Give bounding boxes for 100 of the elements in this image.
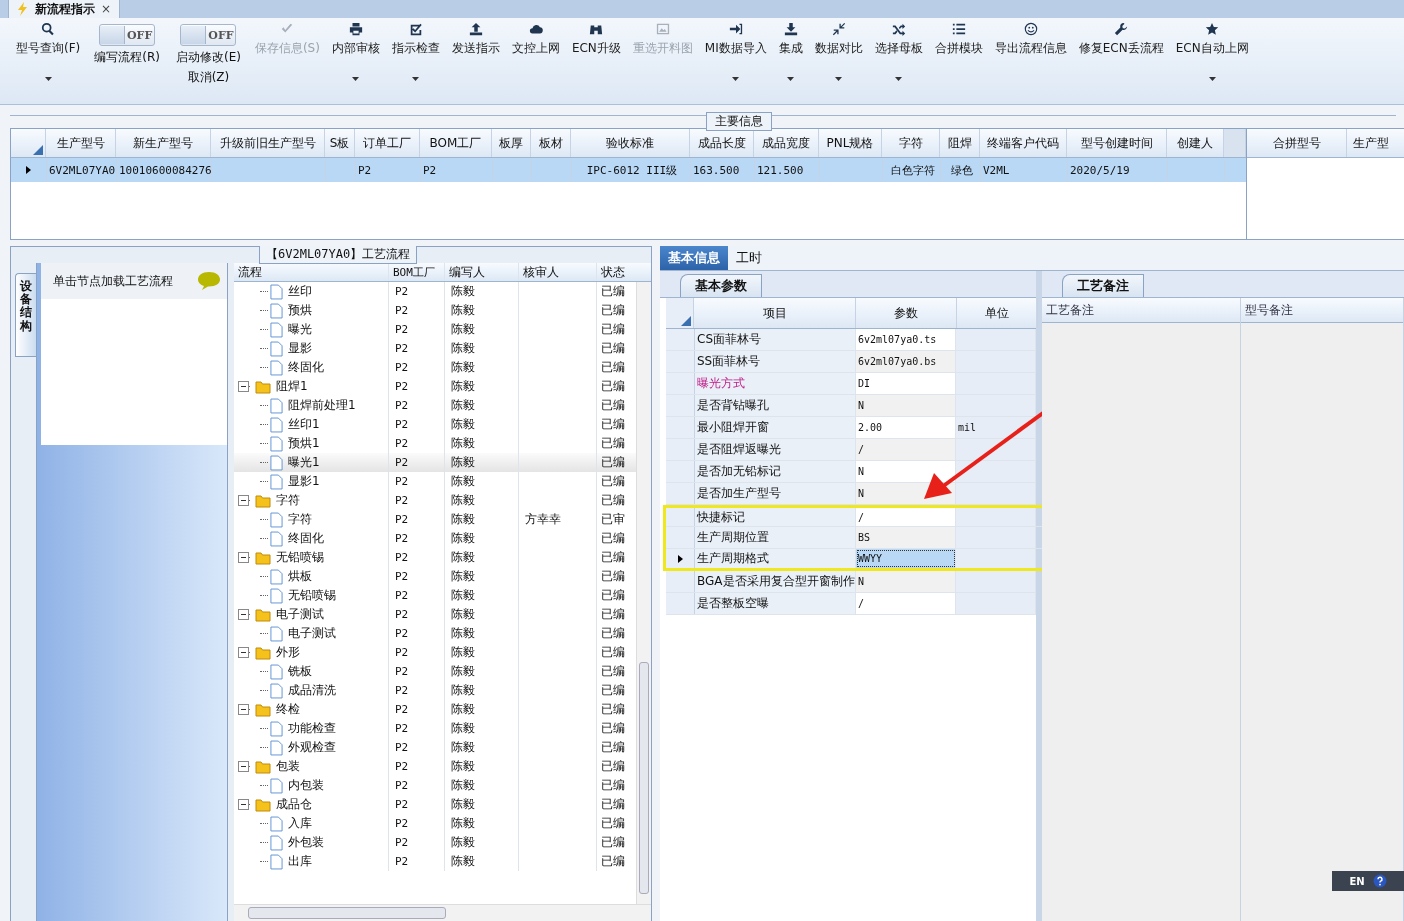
document-tab[interactable]: 新流程指示 × bbox=[8, 0, 121, 18]
toolbar-button[interactable]: 文控上网 bbox=[505, 20, 566, 86]
flow-row[interactable]: 曝光1 P2 陈毅 已编 bbox=[234, 453, 636, 472]
language-bar[interactable]: EN bbox=[1332, 871, 1404, 891]
column-header[interactable]: BOM工厂 bbox=[420, 129, 492, 157]
flow-row[interactable]: 入库 P2 陈毅 已编 bbox=[234, 814, 636, 833]
parameter-value[interactable]: 2.00 bbox=[856, 417, 956, 438]
flow-row[interactable]: 预烘 P2 陈毅 已编 bbox=[234, 301, 636, 320]
flow-row[interactable]: 丝印1 P2 陈毅 已编 bbox=[234, 415, 636, 434]
parameter-value[interactable]: / bbox=[856, 508, 956, 526]
flow-row[interactable]: 外形 P2 陈毅 已编 bbox=[234, 643, 636, 662]
column-header[interactable]: 验收标准 bbox=[571, 129, 690, 157]
toggle-switch[interactable]: OFF bbox=[99, 24, 156, 46]
expander-icon[interactable] bbox=[238, 704, 249, 715]
flow-row[interactable]: 显影1 P2 陈毅 已编 bbox=[234, 472, 636, 491]
parameter-value[interactable]: N bbox=[856, 461, 956, 482]
flow-row[interactable]: 外包装 P2 陈毅 已编 bbox=[234, 833, 636, 852]
close-icon[interactable]: × bbox=[101, 2, 112, 16]
toolbar-button[interactable]: ECN升级 bbox=[565, 20, 627, 86]
flow-row[interactable]: 铣板 P2 陈毅 已编 bbox=[234, 662, 636, 681]
parameter-value[interactable]: BS bbox=[856, 527, 956, 548]
scrollbar[interactable] bbox=[234, 904, 651, 921]
column-header[interactable]: 生产型 bbox=[1347, 129, 1404, 157]
tab[interactable]: 基本信息 bbox=[660, 246, 728, 270]
column-header[interactable]: 单位 bbox=[957, 298, 1038, 328]
flow-row[interactable]: 功能检查 P2 陈毅 已编 bbox=[234, 719, 636, 738]
column-header[interactable]: 新生产型号 bbox=[116, 129, 211, 157]
column-header[interactable]: 型号创建时间 bbox=[1067, 129, 1167, 157]
flow-row[interactable]: 字符 P2 陈毅 方幸幸 已审 bbox=[234, 510, 636, 529]
column-header[interactable]: S板 bbox=[325, 129, 355, 157]
flow-row[interactable]: 外观检查 P2 陈毅 已编 bbox=[234, 738, 636, 757]
parameter-value[interactable]: / bbox=[856, 593, 956, 614]
column-header[interactable]: 字符 bbox=[882, 129, 940, 157]
expander-icon[interactable] bbox=[238, 647, 249, 658]
toolbar-button[interactable]: 修复ECN丢流程 bbox=[1072, 20, 1170, 86]
parameter-value[interactable]: DI bbox=[856, 373, 956, 394]
scrollbar[interactable] bbox=[636, 282, 651, 904]
column-header[interactable]: 板厚 bbox=[492, 129, 531, 157]
toolbar-button[interactable]: 选择母板 bbox=[868, 20, 929, 86]
flow-row[interactable]: 终固化 P2 陈毅 已编 bbox=[234, 529, 636, 548]
flow-row[interactable]: 成品清洗 P2 陈毅 已编 bbox=[234, 681, 636, 700]
parameter-value[interactable]: 6v2ml07ya0.ts bbox=[856, 329, 956, 350]
column-header[interactable]: 编写人 bbox=[445, 263, 519, 281]
expander-icon[interactable] bbox=[238, 552, 249, 563]
column-header[interactable]: 订单工厂 bbox=[355, 129, 420, 157]
column-header[interactable]: BOM工厂 bbox=[389, 263, 445, 281]
toggle-switch[interactable]: OFF bbox=[180, 24, 237, 46]
side-tab[interactable]: 设备结构 bbox=[15, 273, 36, 357]
column-header[interactable]: 生产型号 bbox=[46, 129, 116, 157]
toolbar-button[interactable]: 导出流程信息 bbox=[988, 20, 1073, 86]
column-header[interactable]: 板材 bbox=[531, 129, 571, 157]
column-header[interactable]: 成品长度 bbox=[690, 129, 754, 157]
expander-icon[interactable] bbox=[238, 495, 249, 506]
column-header[interactable]: 核审人 bbox=[519, 263, 597, 281]
flow-row[interactable]: 无铅喷锡 P2 陈毅 已编 bbox=[234, 548, 636, 567]
column-header[interactable]: 成品宽度 bbox=[754, 129, 819, 157]
toolbar-button[interactable]: 指示检查 bbox=[385, 20, 446, 86]
flow-row[interactable]: 电子测试 P2 陈毅 已编 bbox=[234, 624, 636, 643]
toolbar-button[interactable]: 型号查询(F) bbox=[10, 20, 87, 86]
flow-row[interactable]: 烘板 P2 陈毅 已编 bbox=[234, 567, 636, 586]
column-header[interactable]: 升级前旧生产型号 bbox=[211, 129, 325, 157]
column-header[interactable]: 流程 bbox=[234, 263, 389, 281]
column-header[interactable]: 项目 bbox=[694, 298, 856, 328]
row-header[interactable] bbox=[666, 549, 695, 568]
column-header[interactable]: 状态 bbox=[597, 263, 633, 281]
flow-row[interactable]: 曝光 P2 陈毅 已编 bbox=[234, 320, 636, 339]
notes-area[interactable]: 工艺备注 bbox=[1042, 298, 1241, 921]
toolbar-button[interactable]: 合拼模块 bbox=[928, 20, 989, 86]
toolbar-button[interactable]: 内部审核 bbox=[325, 20, 386, 86]
help-icon[interactable] bbox=[1372, 874, 1387, 888]
flow-row[interactable]: 内包装 P2 陈毅 已编 bbox=[234, 776, 636, 795]
flow-row[interactable]: 出库 P2 陈毅 已编 bbox=[234, 852, 636, 871]
toolbar-button[interactable]: 数据对比 bbox=[808, 20, 869, 86]
toolbar-button[interactable]: MI数据导入 bbox=[698, 20, 773, 86]
flow-row[interactable]: 显影 P2 陈毅 已编 bbox=[234, 339, 636, 358]
column-header[interactable]: 合拼型号 bbox=[1247, 129, 1347, 157]
expander-icon[interactable] bbox=[238, 761, 249, 772]
flow-row[interactable]: 成品仓 P2 陈毅 已编 bbox=[234, 795, 636, 814]
parameter-value[interactable]: WWYY bbox=[856, 549, 956, 568]
flow-row[interactable]: 阻焊前处理1 P2 陈毅 已编 bbox=[234, 396, 636, 415]
column-header[interactable]: 阻焊 bbox=[940, 129, 980, 157]
column-header[interactable]: 终端客户代码 bbox=[980, 129, 1067, 157]
column-header[interactable]: PNL规格 bbox=[819, 129, 882, 157]
column-header[interactable]: 参数 bbox=[856, 298, 957, 328]
flow-row[interactable]: 终固化 P2 陈毅 已编 bbox=[234, 358, 636, 377]
tab[interactable]: 工艺备注 bbox=[1062, 274, 1144, 297]
expander-icon[interactable] bbox=[238, 381, 249, 392]
toolbar-button[interactable]: ECN自动上网 bbox=[1169, 20, 1255, 86]
flow-row[interactable]: 字符 P2 陈毅 已编 bbox=[234, 491, 636, 510]
flow-row[interactable]: 包装 P2 陈毅 已编 bbox=[234, 757, 636, 776]
flow-row[interactable]: 阻焊1 P2 陈毅 已编 bbox=[234, 377, 636, 396]
parameter-value[interactable]: N bbox=[856, 571, 956, 592]
flow-row[interactable]: 终检 P2 陈毅 已编 bbox=[234, 700, 636, 719]
flow-row[interactable]: 丝印 P2 陈毅 已编 bbox=[234, 282, 636, 301]
expander-icon[interactable] bbox=[238, 609, 249, 620]
parameter-value[interactable]: 6v2ml07ya0.bs bbox=[856, 351, 956, 372]
tab[interactable]: 基本参数 bbox=[680, 274, 762, 297]
toolbar-button[interactable]: 发送指示 bbox=[445, 20, 506, 86]
parameter-value[interactable]: N bbox=[856, 395, 956, 416]
parameter-value[interactable]: / bbox=[856, 439, 956, 460]
